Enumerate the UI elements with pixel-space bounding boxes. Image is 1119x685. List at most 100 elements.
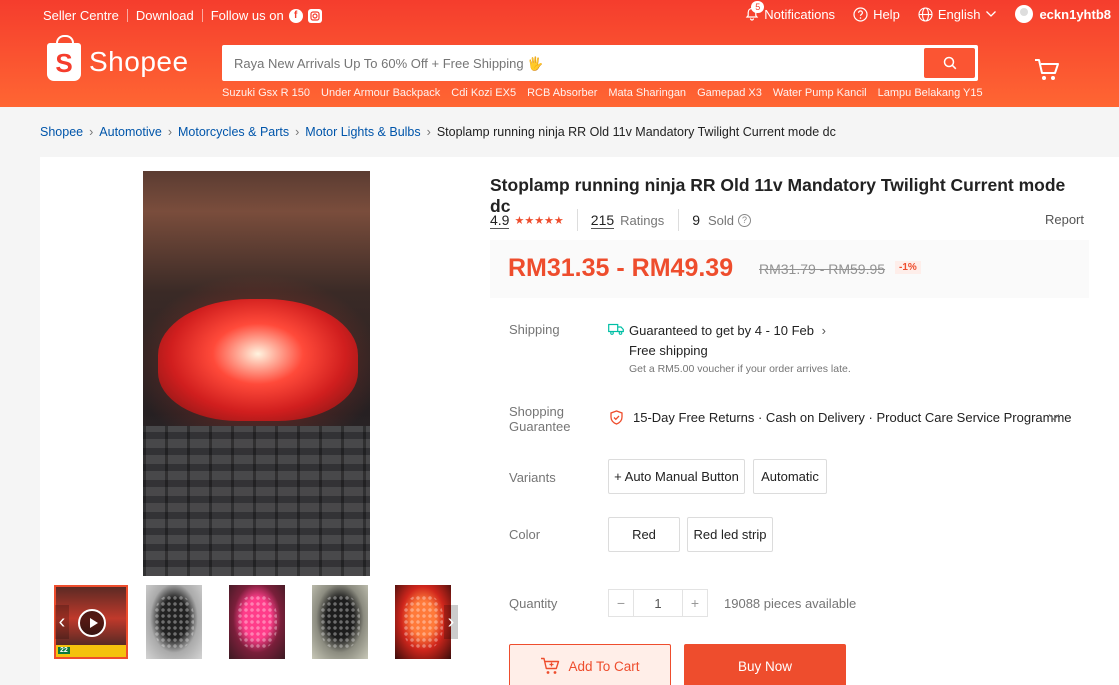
search-bar <box>222 45 978 81</box>
language-selector[interactable]: English <box>918 7 998 22</box>
divider <box>678 209 680 231</box>
shield-icon <box>610 410 623 425</box>
shopee-logo[interactable]: S Shopee <box>47 35 189 81</box>
suggestion-link[interactable]: Mata Sharingan <box>608 87 686 99</box>
download-link[interactable]: Download <box>136 8 194 23</box>
notifications-link[interactable]: 5 Notifications <box>745 1 836 22</box>
price-box: RM31.35 - RM49.39 RM31.79 - RM59.95 -1% <box>490 240 1089 298</box>
suggestion-link[interactable]: Suzuki Gsx R 150 <box>222 87 310 99</box>
instagram-icon[interactable] <box>307 8 322 23</box>
add-to-cart-label: Add To Cart <box>568 658 640 674</box>
thumbnail-badge: 22 <box>56 645 126 657</box>
seller-centre-link[interactable]: Seller Centre <box>43 8 119 23</box>
avatar <box>1015 5 1034 23</box>
suggestion-link[interactable]: Water Pump Kancil <box>773 87 867 99</box>
thumbnail-image[interactable] <box>395 585 451 659</box>
bell-icon: 5 <box>745 1 765 21</box>
color-label: Color <box>509 527 541 542</box>
user-menu[interactable]: eckn1yhtb8 <box>1015 5 1111 23</box>
discount-badge: -1% <box>895 261 921 274</box>
notifications-label: Notifications <box>764 6 836 22</box>
header: Seller Centre Download Follow us on f 5 … <box>0 0 1119 107</box>
chevron-down-icon[interactable] <box>1047 412 1061 422</box>
report-link[interactable]: Report <box>1045 212 1084 227</box>
search-button[interactable] <box>924 48 975 78</box>
decrease-quantity-button[interactable]: − <box>608 589 634 617</box>
chevron-right-icon: › <box>821 323 826 338</box>
help-link[interactable]: Help <box>853 7 900 22</box>
color-option[interactable]: Red led strip <box>687 517 773 552</box>
suggestion-link[interactable]: Under Armour Backpack <box>321 87 440 99</box>
rating-score[interactable]: 4.9 <box>490 212 510 229</box>
quantity-input[interactable]: 1 <box>634 589 682 617</box>
play-icon <box>78 609 106 637</box>
breadcrumb-current: Stoplamp running ninja RR Old 11v Mandat… <box>436 125 836 139</box>
variant-option[interactable]: + Auto Manual Button <box>608 459 745 494</box>
brand-name: Shopee <box>89 46 189 77</box>
rating-row: 4.9 ★★★★★ 215 Ratings 9 Sold ? Report <box>490 208 1084 232</box>
suggestion-link[interactable]: Cdi Kozi EX5 <box>451 87 516 99</box>
suggestion-link[interactable]: RCB Absorber <box>527 87 597 99</box>
stock-available: 19088 pieces available <box>724 596 857 611</box>
ratings-label: Ratings <box>620 212 665 228</box>
globe-icon <box>918 6 933 22</box>
buy-now-button[interactable]: Buy Now <box>684 644 846 685</box>
quantity-stepper: − 1 + <box>608 589 708 617</box>
sold-label: Sold <box>708 212 735 228</box>
divider <box>126 9 128 22</box>
username: eckn1yhtb8 <box>1039 6 1111 22</box>
search-icon <box>943 56 956 70</box>
thumbnail-strip: 22 <box>54 585 460 659</box>
truck-icon <box>608 323 624 335</box>
chevron-right-icon: › <box>89 125 94 139</box>
shopee-bag-icon: S <box>47 35 81 81</box>
add-to-cart-icon <box>541 657 560 674</box>
increase-quantity-button[interactable]: + <box>682 589 708 617</box>
original-price: RM31.79 - RM59.95 <box>759 261 886 277</box>
thumbnail-image[interactable] <box>229 585 285 659</box>
star-rating-icon: ★★★★★ <box>514 214 564 227</box>
search-input[interactable] <box>222 45 912 81</box>
divider <box>201 9 203 22</box>
quantity-label: Quantity <box>509 596 558 611</box>
free-shipping-text: Free shipping <box>629 343 708 358</box>
wicker-surface-image <box>143 426 370 576</box>
chevron-right-icon: › <box>426 125 431 139</box>
breadcrumb: Shopee › Automotive › Motorcycles & Part… <box>40 125 836 139</box>
variant-option[interactable]: Automatic <box>753 459 827 494</box>
language-label: English <box>937 6 981 22</box>
help-label: Help <box>873 6 900 22</box>
info-icon[interactable]: ? <box>738 213 752 227</box>
breadcrumb-automotive[interactable]: Automotive <box>99 125 162 139</box>
sold-count: 9 <box>692 212 701 228</box>
facebook-icon[interactable]: f <box>288 8 303 23</box>
thumbnail-image[interactable] <box>146 585 202 659</box>
chevron-right-icon: › <box>167 125 172 139</box>
chevron-right-icon: › <box>295 125 300 139</box>
guarantee-text[interactable]: 15-Day Free Returns · Cash on Delivery ·… <box>633 410 1072 425</box>
variants-label: Variants <box>509 470 556 485</box>
cart-icon[interactable] <box>1034 58 1060 82</box>
ratings-count[interactable]: 215 <box>590 212 615 229</box>
thumbnail-next-button[interactable]: › <box>444 605 458 639</box>
thumbnail-image[interactable] <box>312 585 368 659</box>
tail-lamp-image <box>158 299 358 421</box>
chevron-down-icon <box>986 11 997 17</box>
suggestion-link[interactable]: Gamepad X3 <box>697 87 762 99</box>
suggestion-link[interactable]: Lampu Belakang Y15 <box>878 87 983 99</box>
help-icon <box>853 6 868 22</box>
shipping-label: Shipping <box>509 322 560 337</box>
add-to-cart-button[interactable]: Add To Cart <box>509 644 671 685</box>
shopping-guarantee-label: Shopping Guarantee <box>509 404 571 434</box>
notification-count-badge: 5 <box>751 1 765 13</box>
price-range: RM31.35 - RM49.39 <box>508 254 734 282</box>
breadcrumb-motorcycles-parts[interactable]: Motorcycles & Parts <box>178 125 289 139</box>
delivery-guarantee[interactable]: Guaranteed to get by 4 - 10 Feb › <box>629 323 826 338</box>
product-main-image[interactable] <box>143 171 370 576</box>
breadcrumb-shopee[interactable]: Shopee <box>40 125 83 139</box>
breadcrumb-motor-lights[interactable]: Motor Lights & Bulbs <box>305 125 420 139</box>
thumbnail-prev-button[interactable]: ‹ <box>55 605 69 639</box>
color-option[interactable]: Red <box>608 517 680 552</box>
top-bar: Seller Centre Download Follow us on f 5 … <box>0 0 1119 30</box>
follow-us-label: Follow us on <box>210 8 284 23</box>
